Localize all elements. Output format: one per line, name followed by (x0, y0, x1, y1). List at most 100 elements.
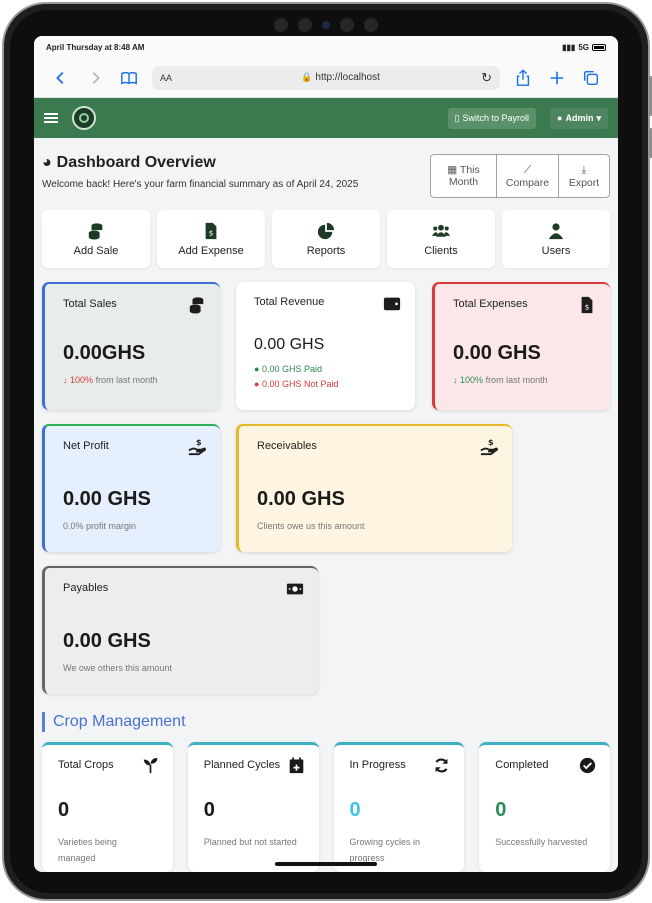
crop-card-value: 0 (495, 799, 507, 821)
arrow-down-icon: ↓ (453, 375, 458, 385)
payables-note: We owe others this amount (63, 663, 172, 673)
add-sale-button[interactable]: Add Sale (42, 210, 150, 268)
share-icon[interactable] (508, 63, 538, 93)
completed-card[interactable]: Completed 0 Successfully harvested (479, 742, 610, 872)
seedling-icon (143, 757, 158, 774)
status-right: ▮▮▮ 5G (562, 43, 606, 52)
total-revenue-value: 0.00 GHS (254, 336, 325, 353)
crop-card-sub: Planned but not started (203, 837, 297, 847)
crop-card-sub: Varieties being managed (58, 837, 117, 863)
new-tab-icon[interactable] (542, 63, 572, 93)
back-icon[interactable] (46, 63, 76, 93)
reload-icon[interactable]: ↻ (481, 70, 492, 86)
total-expenses-title: Total Expenses (453, 298, 528, 310)
payables-title: Payables (63, 582, 109, 594)
home-indicator (275, 862, 377, 866)
revenue-paid: ● 0.00 GHS Paid (254, 364, 397, 374)
switch-to-payroll-button[interactable]: ▯ Switch to Payroll (447, 107, 537, 129)
bookmarks-icon[interactable] (114, 63, 144, 93)
wallet-icon (383, 297, 401, 311)
caret-down-icon: ▾ (596, 112, 601, 123)
revenue-not-paid-text: 0.00 GHS Not Paid (261, 379, 339, 389)
crop-card-value: 0 (58, 799, 70, 821)
receivables-note: Clients owe us this amount (257, 521, 365, 531)
calendar-plus-icon (289, 757, 303, 774)
revenue-not-paid: ● 0.00 GHS Not Paid (254, 379, 397, 389)
net-profit-value: 0.00 GHS (63, 488, 151, 510)
dashboard-header: ◕ Dashboard Overview Welcome back! Here's… (42, 138, 610, 210)
svg-text:$: $ (585, 303, 590, 312)
clients-button[interactable]: Clients (387, 210, 495, 268)
add-expense-button[interactable]: $ Add Expense (157, 210, 265, 268)
total-sales-change: ↓ 100% from last month (63, 375, 202, 385)
payables-value: 0.00 GHS (63, 630, 151, 652)
total-revenue-card[interactable]: Total Revenue 0.00 GHS ● 0.00 GHS Paid ●… (236, 282, 415, 410)
page-subtitle: Welcome back! Here's your farm financial… (42, 179, 359, 190)
svg-text:$: $ (488, 438, 494, 447)
this-month-button[interactable]: ▦ This Month (431, 155, 497, 197)
receivables-value: 0.00 GHS (257, 488, 345, 510)
in-progress-card[interactable]: In Progress 0 Growing cycles in progress (333, 742, 465, 872)
planned-cycles-card[interactable]: Planned Cycles 0 Planned but not started (187, 742, 319, 872)
arrow-down-icon: ↓ (63, 375, 68, 385)
money-bill-icon (286, 583, 304, 595)
add-expense-label: Add Expense (178, 244, 244, 257)
reports-label: Reports (306, 244, 346, 257)
main-content: ◕ Dashboard Overview Welcome back! Here's… (34, 138, 618, 872)
total-expenses-pct: 100% (460, 375, 484, 385)
forward-icon[interactable] (80, 63, 110, 93)
address-bar[interactable]: AA 🔒 http://localhost ↻ (152, 65, 500, 90)
screen: April Thursday at 8:48 AM ▮▮▮ 5G AA 🔒 htt… (34, 36, 618, 872)
farm-logo[interactable] (72, 106, 96, 130)
chart-pie-icon (317, 222, 335, 239)
quick-actions: Add Sale $ Add Expense Reports Clients U… (42, 210, 610, 268)
payroll-label: Switch to Payroll (462, 113, 530, 123)
users-button[interactable]: Users (502, 210, 610, 268)
invoice-dollar-icon: $ (581, 296, 593, 314)
admin-dropdown[interactable]: ● Admin ▾ (550, 107, 608, 129)
summary-cards: Total Sales 0.00GHS ↓ 100% from last mon… (42, 282, 610, 702)
total-sales-card[interactable]: Total Sales 0.00GHS ↓ 100% from last mon… (42, 282, 220, 410)
export-button[interactable]: ⤓ Export (559, 155, 609, 197)
add-sale-label: Add Sale (73, 244, 119, 257)
hand-holding-dollar-icon: $ (480, 438, 498, 456)
total-sales-pct: 100% (70, 375, 94, 385)
gauge-icon: ◕ (42, 154, 52, 171)
net-profit-card[interactable]: Net Profit $ 0.00 GHS 0.0% profit margin (42, 424, 220, 552)
revenue-paid-text: 0.00 GHS Paid (261, 364, 322, 374)
crop-card-sub: Successfully harvested (495, 837, 588, 847)
url-value: http://localhost (315, 72, 380, 83)
tabs-icon[interactable] (576, 63, 606, 93)
total-expenses-change: ↓ 100% from last month (453, 375, 592, 385)
svg-text:$: $ (209, 228, 214, 237)
compare-button[interactable]: ⟋ Compare (497, 155, 559, 197)
payables-card[interactable]: Payables 0.00 GHS We owe others this amo… (42, 566, 318, 694)
page-title-text: Dashboard Overview (56, 154, 216, 171)
crop-card-value: 0 (349, 799, 361, 821)
status-time: April Thursday at 8:48 AM (46, 42, 145, 52)
reports-button[interactable]: Reports (272, 210, 380, 268)
total-expenses-value: 0.00 GHS (453, 342, 541, 364)
users-icon (432, 224, 450, 237)
crop-cards: Total Crops 0 Varieties being managed Pl… (42, 742, 610, 872)
menu-icon[interactable] (44, 113, 58, 123)
total-crops-card[interactable]: Total Crops 0 Varieties being managed (42, 742, 173, 872)
admin-label: Admin (565, 113, 594, 123)
sync-icon (435, 758, 448, 773)
exclamation-circle-icon: ● (254, 379, 260, 389)
download-icon: ⤓ (581, 163, 587, 176)
camera-bar (274, 18, 378, 32)
invoice-dollar-icon: $ (205, 222, 217, 239)
crop-management-heading: Crop Management (42, 712, 610, 732)
user-circle-icon: ● (557, 113, 563, 123)
text-size-button[interactable]: AA (160, 73, 200, 83)
total-expenses-card[interactable]: Total Expenses $ 0.00 GHS ↓ 100% from la… (432, 282, 610, 410)
total-revenue-title: Total Revenue (254, 296, 325, 308)
total-expenses-note: from last month (485, 375, 548, 385)
svg-text:$: $ (196, 438, 202, 447)
calendar-icon: ▦ (447, 164, 458, 176)
receivables-card[interactable]: Receivables $ 0.00 GHS Clients owe us th… (236, 424, 512, 552)
total-sales-note: from last month (95, 375, 158, 385)
crop-card-value: 0 (203, 799, 215, 821)
signal-icon: ▮▮▮ (562, 42, 576, 52)
